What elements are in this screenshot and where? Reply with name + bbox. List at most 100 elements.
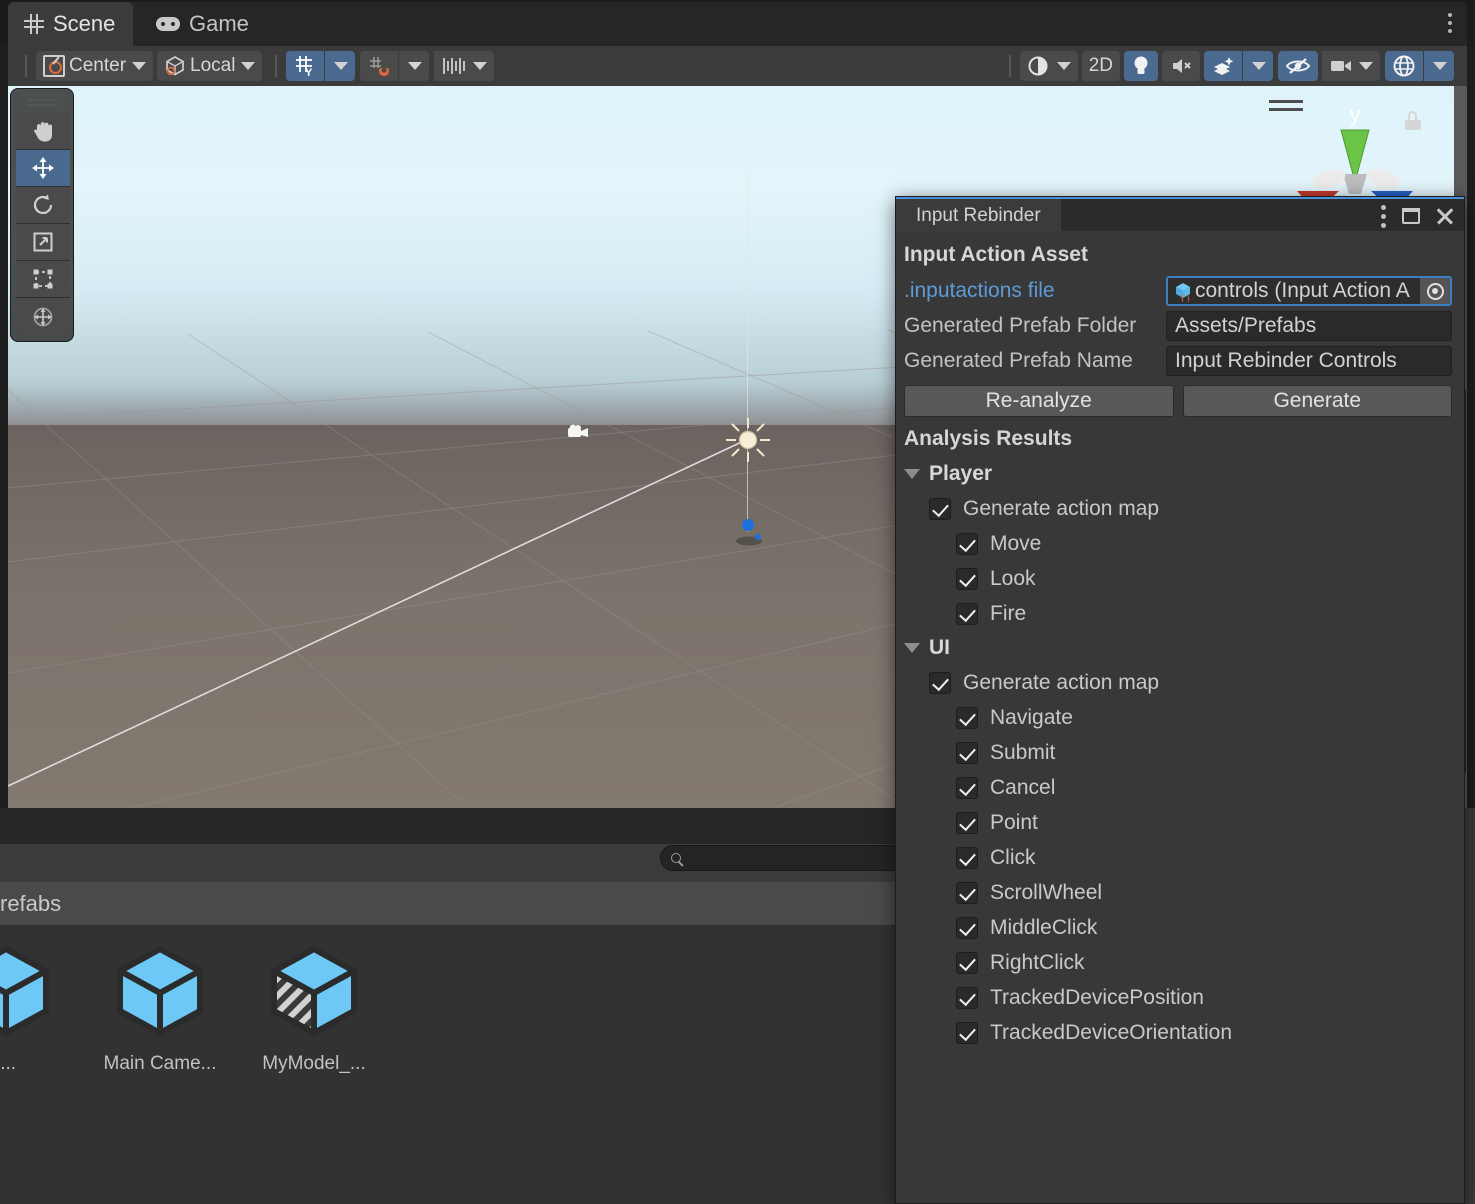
re-analyze-button[interactable]: Re-analyze — [904, 385, 1174, 417]
input-action-asset-heading: Input Action Asset — [904, 243, 1088, 266]
input-rebinder-window: Input Rebinder Input Action Asset .input… — [895, 196, 1465, 1204]
inputactions-file-objectfield[interactable]: {} controls (Input Action A — [1166, 276, 1452, 306]
handle-line — [27, 103, 57, 106]
pivot-mode-dropdown[interactable]: Center — [36, 51, 154, 81]
asset-item[interactable]: MyModel_... — [248, 935, 380, 1075]
asset-item[interactable]: i... — [0, 935, 72, 1075]
tools-drag-handle[interactable] — [16, 95, 68, 109]
checkbox[interactable] — [956, 567, 978, 590]
scale-tool-button[interactable] — [16, 224, 70, 261]
checkbox[interactable] — [956, 1021, 978, 1044]
prefab-cube-icon — [0, 935, 62, 1047]
gizmos-toggle[interactable] — [1385, 51, 1423, 81]
snap-increment-button[interactable] — [360, 51, 399, 81]
scene-fx-toggle[interactable] — [1204, 51, 1242, 81]
generated-prefab-name-input[interactable]: Input Rebinder Controls — [1166, 346, 1452, 376]
checkbox[interactable] — [956, 776, 978, 799]
local-space-cube-icon — [164, 55, 186, 77]
grid-axis-button[interactable]: Y — [286, 51, 325, 81]
transform-tool-button[interactable] — [16, 298, 70, 335]
window-overflow-menu-button[interactable] — [1437, 8, 1463, 38]
gizmo-lock-icon[interactable] — [1405, 111, 1421, 130]
action-row[interactable]: Click — [904, 840, 1452, 875]
ui-generate-action-map-row[interactable]: Generate action map — [904, 665, 1452, 700]
directional-light-gizmo[interactable] — [724, 416, 772, 464]
checkbox[interactable] — [956, 881, 978, 904]
hand-tool-button[interactable] — [16, 113, 70, 150]
action-row[interactable]: Look — [904, 561, 1452, 596]
checkbox[interactable] — [956, 532, 978, 555]
action-label: Cancel — [990, 775, 1056, 799]
action-row[interactable]: Navigate — [904, 700, 1452, 735]
grid-axis-y-icon: Y — [293, 54, 317, 79]
object-picker-icon[interactable] — [1420, 278, 1450, 304]
panel-menu-button[interactable] — [1381, 204, 1386, 228]
action-row[interactable]: MiddleClick — [904, 910, 1452, 945]
generate-button[interactable]: Generate — [1182, 385, 1452, 417]
2d-toggle-label: 2D — [1088, 55, 1113, 76]
checkbox[interactable] — [929, 497, 951, 520]
checkbox[interactable] — [956, 811, 978, 834]
gizmo-drag-handle[interactable] — [1269, 100, 1303, 116]
checkbox[interactable] — [956, 986, 978, 1009]
action-row[interactable]: Fire — [904, 596, 1452, 631]
grid-size-button[interactable] — [434, 51, 495, 81]
window-tab-strip: Scene Game — [0, 0, 1475, 46]
action-row[interactable]: Submit — [904, 735, 1452, 770]
breadcrumb[interactable]: refabs — [0, 891, 61, 917]
tab-scene[interactable]: Scene — [8, 2, 134, 46]
checkbox[interactable] — [956, 706, 978, 729]
move-tool-button[interactable] — [16, 150, 70, 187]
tab-game[interactable]: Game — [140, 2, 267, 46]
action-row[interactable]: TrackedDeviceOrientation — [904, 1015, 1452, 1050]
action-row[interactable]: RightClick — [904, 945, 1452, 980]
2d-toggle-button[interactable]: 2D — [1081, 51, 1120, 81]
snap-dropdown[interactable] — [399, 51, 430, 81]
scene-fx-dropdown[interactable] — [1243, 51, 1273, 81]
input-rebinder-body: Input Action Asset .inputactions file {}… — [896, 231, 1464, 1050]
selected-object-handle[interactable] — [733, 514, 763, 546]
checkbox[interactable] — [956, 951, 978, 974]
rotate-tool-button[interactable] — [16, 187, 70, 224]
group-header-player[interactable]: Player — [904, 457, 1452, 491]
grid-axis-dropdown[interactable] — [325, 51, 356, 81]
kebab-dot — [1381, 222, 1386, 228]
checkbox[interactable] — [956, 741, 978, 764]
gizmo-y-label: y — [1350, 102, 1361, 127]
maximize-icon[interactable] — [1402, 208, 1420, 224]
kebab-dot — [1381, 204, 1386, 210]
generated-prefab-folder-input[interactable]: Assets/Prefabs — [1166, 311, 1452, 341]
handle-space-dropdown[interactable]: Local — [157, 51, 263, 81]
action-row[interactable]: TrackedDevicePosition — [904, 980, 1452, 1015]
scene-audio-toggle[interactable] — [1162, 51, 1200, 81]
action-row[interactable]: Point — [904, 805, 1452, 840]
rect-tool-button[interactable] — [16, 261, 70, 298]
group-header-ui[interactable]: UI — [904, 631, 1452, 665]
scene-camera-button[interactable] — [1322, 51, 1380, 81]
asset-grid: i... Main Came... — [0, 935, 380, 1075]
rect-transform-icon — [33, 269, 53, 289]
asset-item[interactable]: Main Came... — [94, 935, 226, 1075]
checkbox[interactable] — [929, 671, 951, 694]
scene-view-gizmo[interactable]: y — [1265, 90, 1445, 210]
checkbox[interactable] — [956, 602, 978, 625]
camera-object-gizmo[interactable] — [566, 423, 592, 441]
close-icon[interactable] — [1436, 207, 1454, 225]
action-row[interactable]: ScrollWheel — [904, 875, 1452, 910]
hidden-objects-toggle[interactable] — [1278, 51, 1318, 81]
snap-group — [360, 51, 430, 81]
action-row[interactable]: Cancel — [904, 770, 1452, 805]
action-row[interactable]: Move — [904, 526, 1452, 561]
rotate-icon — [33, 194, 53, 215]
chevron-down-icon — [904, 643, 920, 653]
inputactions-file-label[interactable]: .inputactions file — [904, 279, 1166, 303]
tab-input-rebinder[interactable]: Input Rebinder — [896, 199, 1061, 233]
scene-lighting-toggle[interactable] — [1124, 51, 1158, 81]
generated-prefab-name-label: Generated Prefab Name — [904, 349, 1133, 372]
chevron-down-icon — [1433, 62, 1447, 70]
checkbox[interactable] — [956, 916, 978, 939]
checkbox[interactable] — [956, 846, 978, 869]
player-generate-action-map-row[interactable]: Generate action map — [904, 491, 1452, 526]
draw-mode-dropdown[interactable] — [1019, 51, 1078, 81]
gizmos-dropdown[interactable] — [1424, 51, 1454, 81]
